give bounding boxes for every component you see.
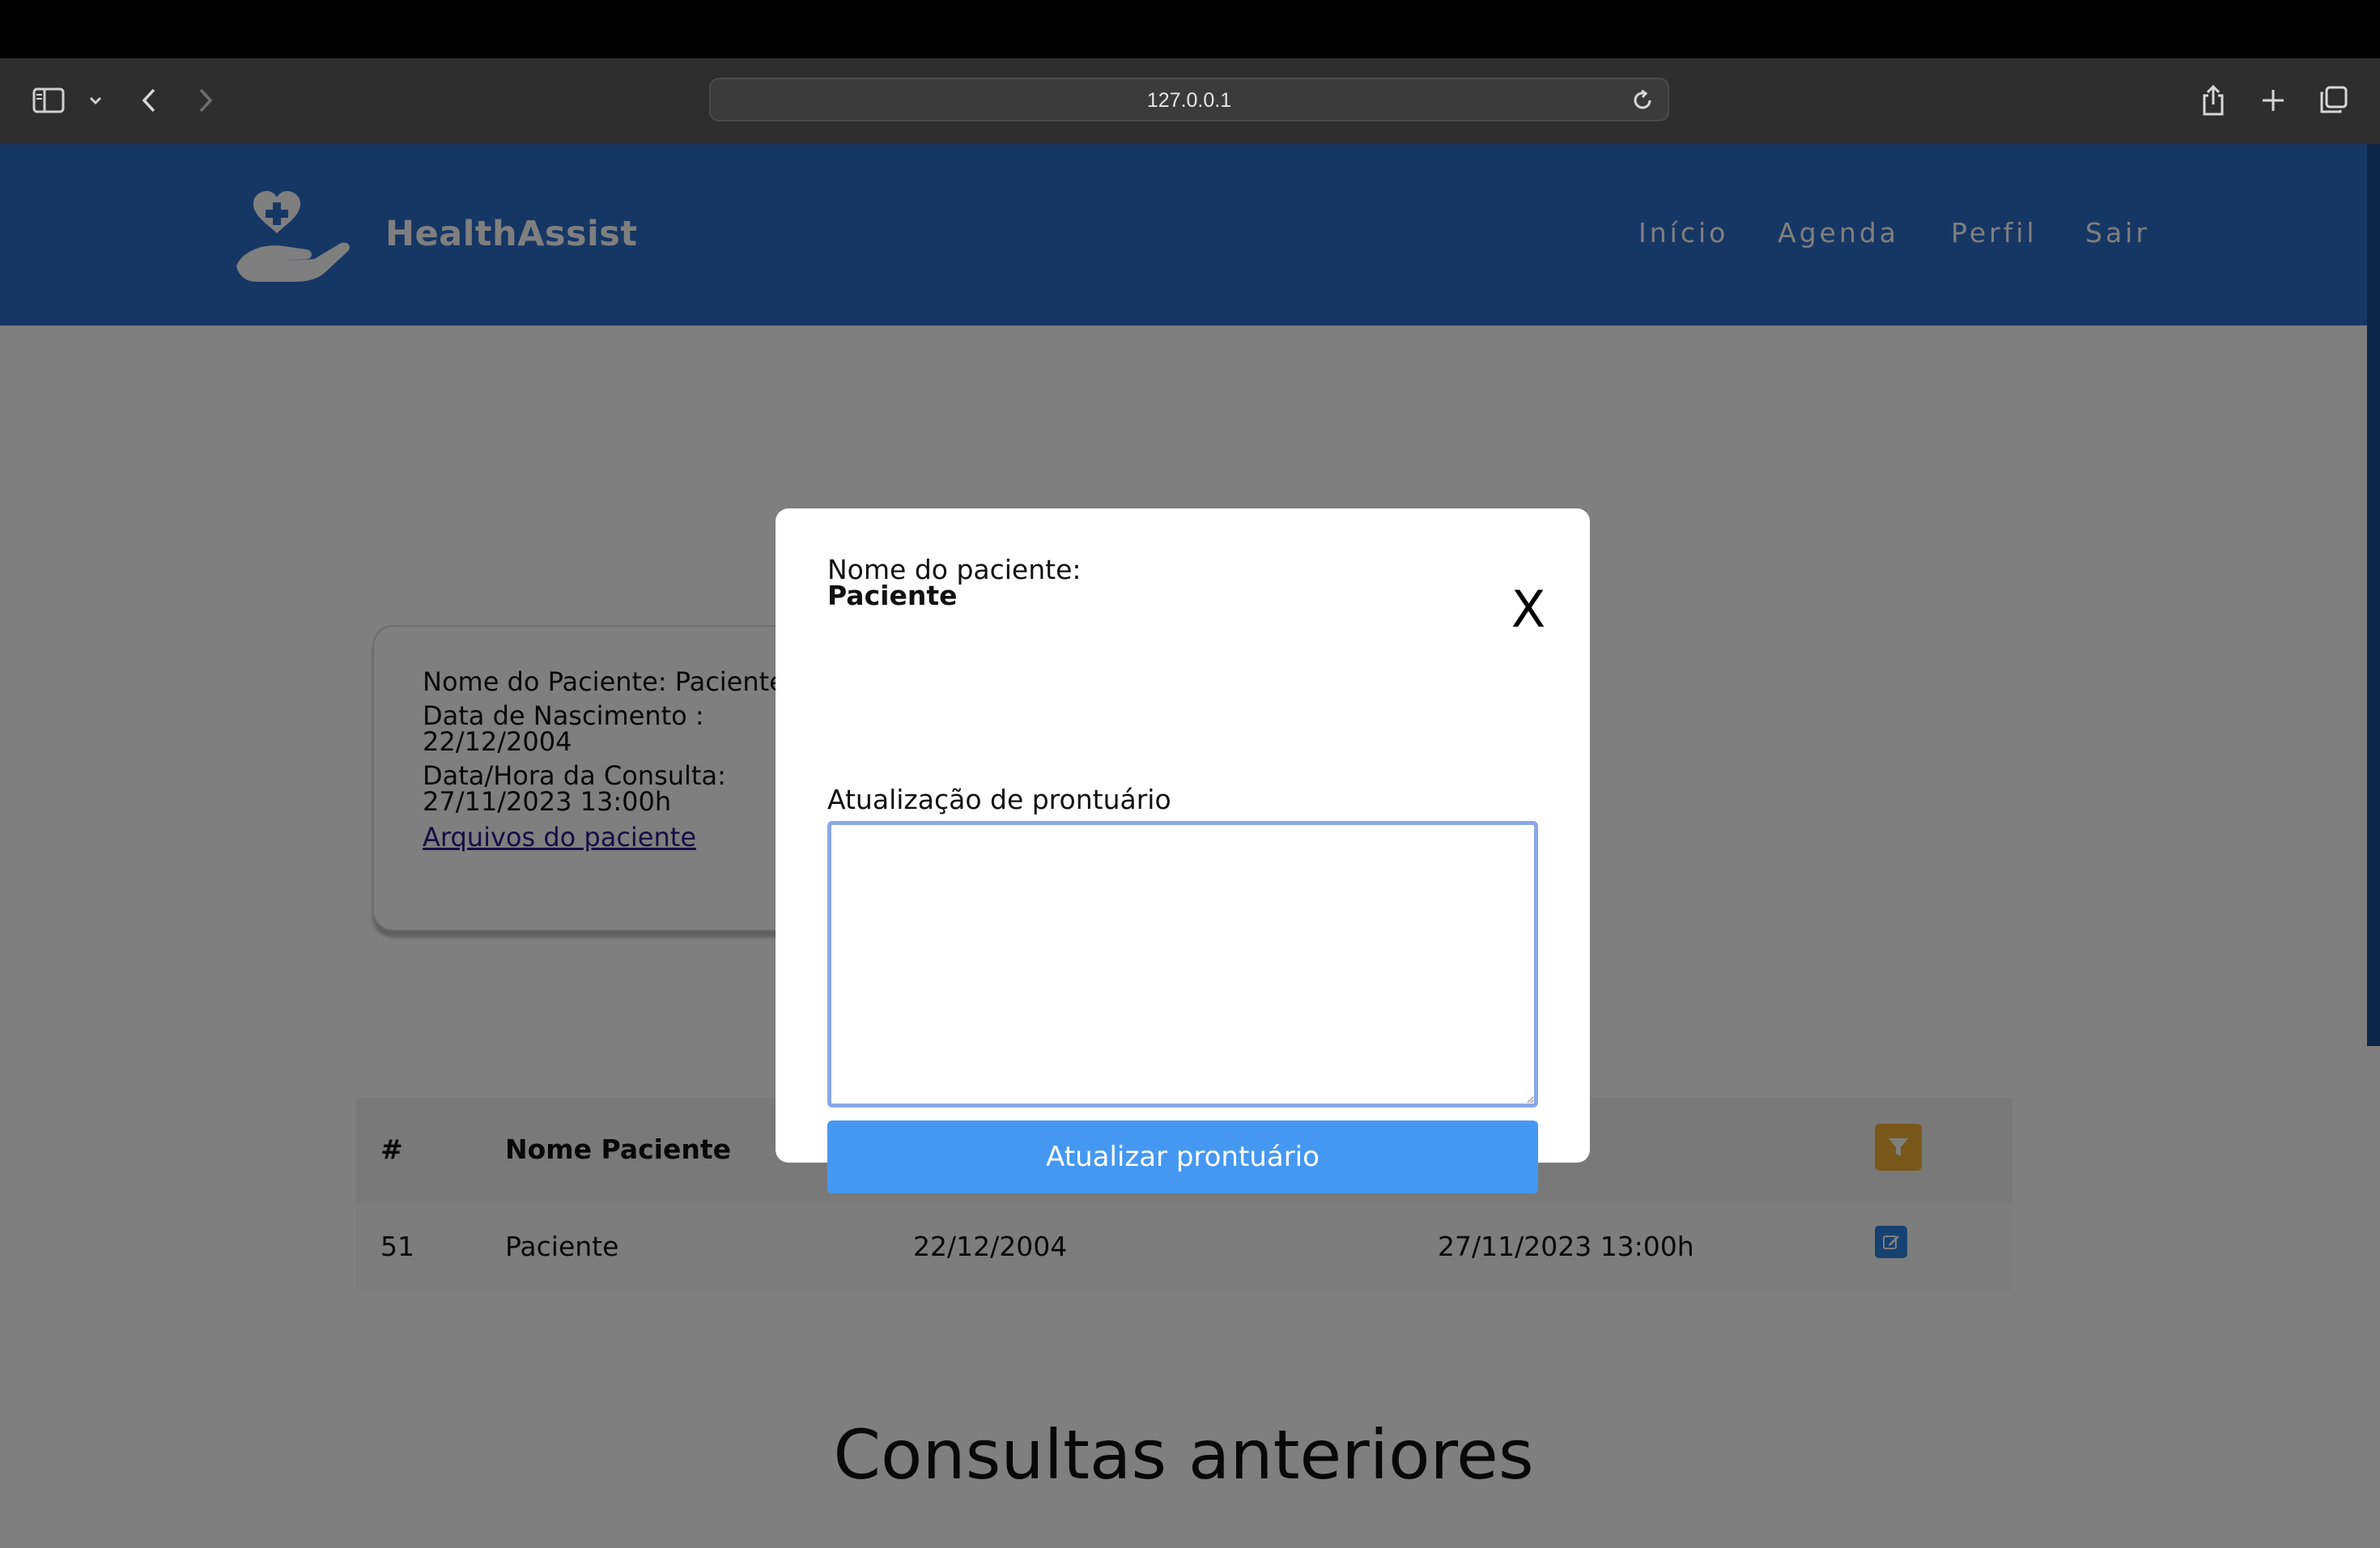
address-bar[interactable]: 127.0.0.1: [709, 78, 1669, 121]
page-viewport: HealthAssist Início Agenda Perfil Sair N…: [0, 144, 2380, 1548]
sidebar-toggle-icon[interactable]: [24, 76, 73, 125]
update-record-button[interactable]: Atualizar prontuário: [827, 1121, 1538, 1193]
reload-icon[interactable]: [1630, 88, 1655, 113]
record-update-textarea[interactable]: [827, 821, 1538, 1108]
screen-top-bar: [0, 0, 2380, 58]
forward-icon[interactable]: [181, 76, 230, 125]
chevron-down-icon[interactable]: [71, 76, 120, 125]
modal-patient-name: Paciente: [827, 580, 958, 611]
textarea-label: Atualização de prontuário: [827, 784, 1171, 815]
back-icon[interactable]: [125, 76, 173, 125]
address-url: 127.0.0.1: [1146, 89, 1232, 112]
share-icon[interactable]: [2189, 76, 2238, 125]
new-tab-icon[interactable]: [2249, 76, 2297, 125]
close-button[interactable]: X: [1506, 581, 1551, 638]
tab-overview-icon[interactable]: [2309, 76, 2357, 125]
update-record-modal: Nome do paciente: Paciente X Atualização…: [776, 508, 1590, 1193]
